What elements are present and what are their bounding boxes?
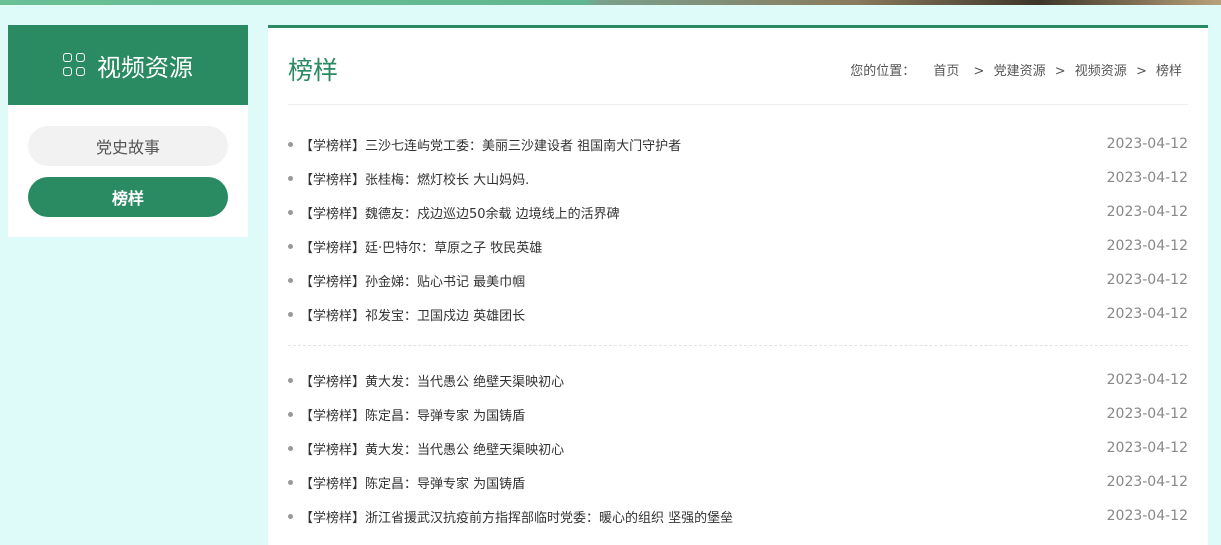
bullet-icon [288, 243, 293, 249]
bullet-icon [288, 411, 293, 417]
article-date: 2023-04-12 [1106, 136, 1188, 152]
article-title-link[interactable]: 【学榜样】陈定昌：导弹专家 为国铸盾 [300, 405, 525, 424]
breadcrumb: 您的位置： 首页 > 党建资源 > 视频资源 > 榜样 [850, 60, 1182, 79]
article-title-link[interactable]: 【学榜样】三沙七连屿党工委：美丽三沙建设者 祖国南大门守护者 [300, 135, 681, 154]
grid-icon [63, 53, 87, 77]
article-list-2: 【学榜样】黄大发：当代愚公 绝壁天渠映初心 2023-04-12 【学榜样】陈定昌… [288, 363, 1188, 533]
main-header: 榜样 您的位置： 首页 > 党建资源 > 视频资源 > 榜样 [288, 28, 1188, 105]
list-item: 【学榜样】孙金娣：贴心书记 最美巾帼 2023-04-12 [288, 263, 1188, 297]
sidebar-title: 视频资源 [97, 53, 193, 82]
sidebar-header: 视频资源 [8, 25, 248, 105]
bullet-icon [288, 175, 293, 181]
breadcrumb-video-resources[interactable]: 视频资源 [1075, 60, 1127, 79]
list-item: 【学榜样】浙江省援武汉抗疫前方指挥部临时党委：暖心的组织 坚强的堡垒 2023-0… [288, 499, 1188, 533]
article-title-link[interactable]: 【学榜样】魏德友：戍边巡边50余载 边境线上的活界碑 [300, 203, 620, 222]
breadcrumb-separator: > [1054, 64, 1066, 79]
list-divider [288, 345, 1188, 346]
list-item: 【学榜样】三沙七连屿党工委：美丽三沙建设者 祖国南大门守护者 2023-04-12 [288, 127, 1188, 161]
bullet-icon [288, 479, 293, 485]
sidebar-item-role-models[interactable]: 榜样 [28, 177, 228, 217]
list-item: 【学榜样】廷·巴特尔：草原之子 牧民英雄 2023-04-12 [288, 229, 1188, 263]
bullet-icon [288, 209, 293, 215]
bullet-icon [288, 377, 293, 383]
article-title-link[interactable]: 【学榜样】浙江省援武汉抗疫前方指挥部临时党委：暖心的组织 坚强的堡垒 [300, 507, 733, 526]
list-item: 【学榜样】陈定昌：导弹专家 为国铸盾 2023-04-12 [288, 465, 1188, 499]
list-item: 【学榜样】张桂梅：燃灯校长 大山妈妈. 2023-04-12 [288, 161, 1188, 195]
article-list-1: 【学榜样】三沙七连屿党工委：美丽三沙建设者 祖国南大门守护者 2023-04-12… [288, 127, 1188, 331]
page-title: 榜样 [288, 56, 339, 85]
article-date: 2023-04-12 [1106, 272, 1188, 288]
article-title-link[interactable]: 【学榜样】张桂梅：燃灯校长 大山妈妈. [300, 169, 529, 188]
article-title-link[interactable]: 【学榜样】廷·巴特尔：草原之子 牧民英雄 [300, 237, 542, 256]
article-date: 2023-04-12 [1106, 508, 1188, 524]
article-date: 2023-04-12 [1106, 204, 1188, 220]
article-title-link[interactable]: 【学榜样】黄大发：当代愚公 绝壁天渠映初心 [300, 371, 564, 390]
bullet-icon [288, 141, 293, 147]
breadcrumb-current[interactable]: 榜样 [1156, 60, 1182, 79]
article-title-link[interactable]: 【学榜样】陈定昌：导弹专家 为国铸盾 [300, 473, 525, 492]
article-date: 2023-04-12 [1106, 306, 1188, 322]
bullet-icon [288, 445, 293, 451]
list-item: 【学榜样】陈定昌：导弹专家 为国铸盾 2023-04-12 [288, 397, 1188, 431]
article-title-link[interactable]: 【学榜样】祁发宝：卫国戍边 英雄团长 [300, 305, 525, 324]
breadcrumb-prefix: 您的位置： [850, 64, 916, 79]
article-date: 2023-04-12 [1106, 406, 1188, 422]
article-date: 2023-04-12 [1106, 170, 1188, 186]
article-title-link[interactable]: 【学榜样】孙金娣：贴心书记 最美巾帼 [300, 271, 525, 290]
article-date: 2023-04-12 [1106, 372, 1188, 388]
bullet-icon [288, 513, 293, 519]
main-panel: 榜样 您的位置： 首页 > 党建资源 > 视频资源 > 榜样 【学榜样】三沙七连… [268, 25, 1208, 545]
list-item: 【学榜样】黄大发：当代愚公 绝壁天渠映初心 2023-04-12 [288, 363, 1188, 397]
bullet-icon [288, 311, 293, 317]
article-title-link[interactable]: 【学榜样】黄大发：当代愚公 绝壁天渠映初心 [300, 439, 564, 458]
article-date: 2023-04-12 [1106, 238, 1188, 254]
list-item: 【学榜样】魏德友：戍边巡边50余载 边境线上的活界碑 2023-04-12 [288, 195, 1188, 229]
sidebar-menu: 党史故事 榜样 [8, 105, 248, 237]
bullet-icon [288, 277, 293, 283]
article-date: 2023-04-12 [1106, 474, 1188, 490]
list-item: 【学榜样】祁发宝：卫国戍边 英雄团长 2023-04-12 [288, 297, 1188, 331]
breadcrumb-home[interactable]: 首页 [933, 60, 959, 79]
breadcrumb-separator: > [1135, 64, 1147, 79]
breadcrumb-separator: > [973, 64, 985, 79]
list-item: 【学榜样】黄大发：当代愚公 绝壁天渠映初心 2023-04-12 [288, 431, 1188, 465]
top-banner [0, 0, 1221, 5]
sidebar-item-party-history[interactable]: 党史故事 [28, 126, 228, 166]
sidebar: 视频资源 党史故事 榜样 [8, 25, 248, 237]
article-date: 2023-04-12 [1106, 440, 1188, 456]
breadcrumb-party-resources[interactable]: 党建资源 [994, 60, 1046, 79]
